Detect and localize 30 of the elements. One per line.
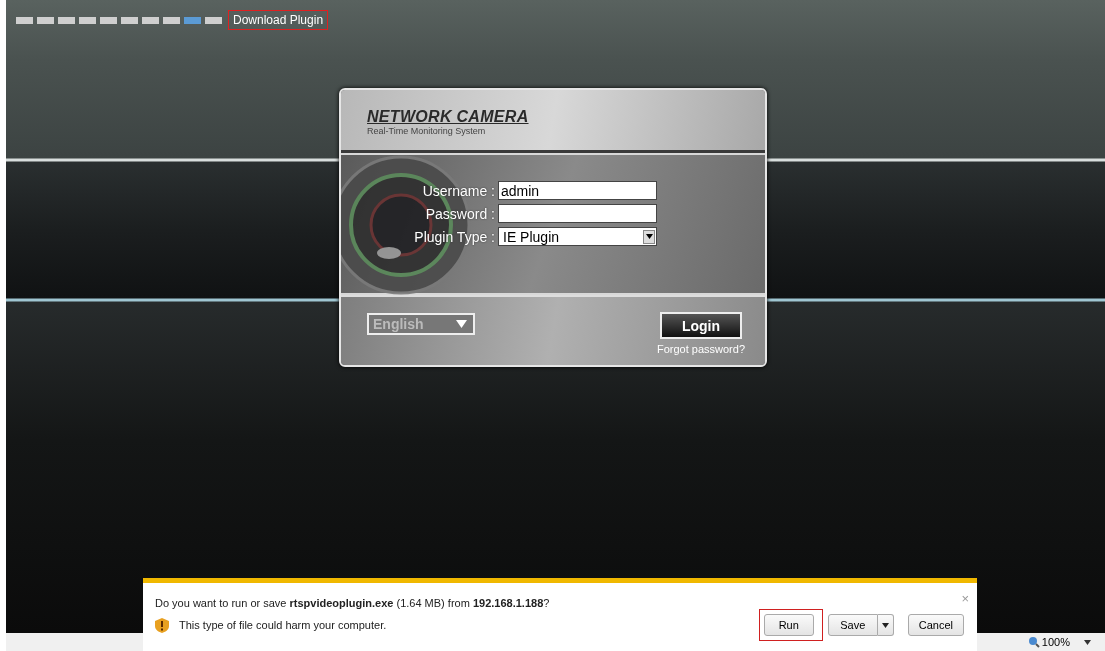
- nav-tab[interactable]: [58, 16, 75, 24]
- download-message: Do you want to run or save rtspvideoplugin.exe (1.64 MB) from 192.168.1.188?: [155, 597, 550, 609]
- brand-tagline: Real-Time Monitoring System: [367, 126, 487, 136]
- nav-tab[interactable]: [16, 16, 33, 24]
- login-button[interactable]: Login: [659, 312, 742, 339]
- username-field[interactable]: admin: [498, 181, 657, 200]
- warning-shield-icon: [155, 617, 169, 633]
- nav-tab[interactable]: [184, 16, 201, 24]
- nav-tab[interactable]: [79, 16, 96, 24]
- zoom-control[interactable]: 100%: [1027, 636, 1070, 648]
- nav-tab[interactable]: [37, 16, 54, 24]
- caret-icon[interactable]: [881, 622, 889, 628]
- save-button[interactable]: Save: [827, 614, 878, 636]
- nav-tab[interactable]: [121, 16, 138, 24]
- field-label: Username :: [422, 182, 495, 199]
- download-plugin-link[interactable]: Download Plugin: [228, 10, 329, 30]
- password-field[interactable]: [498, 204, 657, 223]
- zoom-dropdown-arrow-icon[interactable]: [1084, 639, 1091, 645]
- dialog-button[interactable]: Run: [763, 614, 814, 636]
- plugin-type-dropdown[interactable]: IE Plugin: [498, 227, 657, 246]
- field-label: Password :: [425, 205, 495, 222]
- nav-tab[interactable]: [100, 16, 117, 24]
- dialog-button[interactable]: Cancel: [907, 614, 964, 636]
- brand-title: NETWORK CAMERA: [367, 108, 530, 126]
- warning-message: This type of file could harm your computer.: [179, 619, 388, 631]
- field-label: Plugin Type :: [414, 228, 495, 245]
- magnifier-icon[interactable]: [1027, 636, 1040, 648]
- nav-tab[interactable]: [163, 16, 180, 24]
- nav-tab[interactable]: [142, 16, 159, 24]
- nav-tab[interactable]: [205, 16, 222, 24]
